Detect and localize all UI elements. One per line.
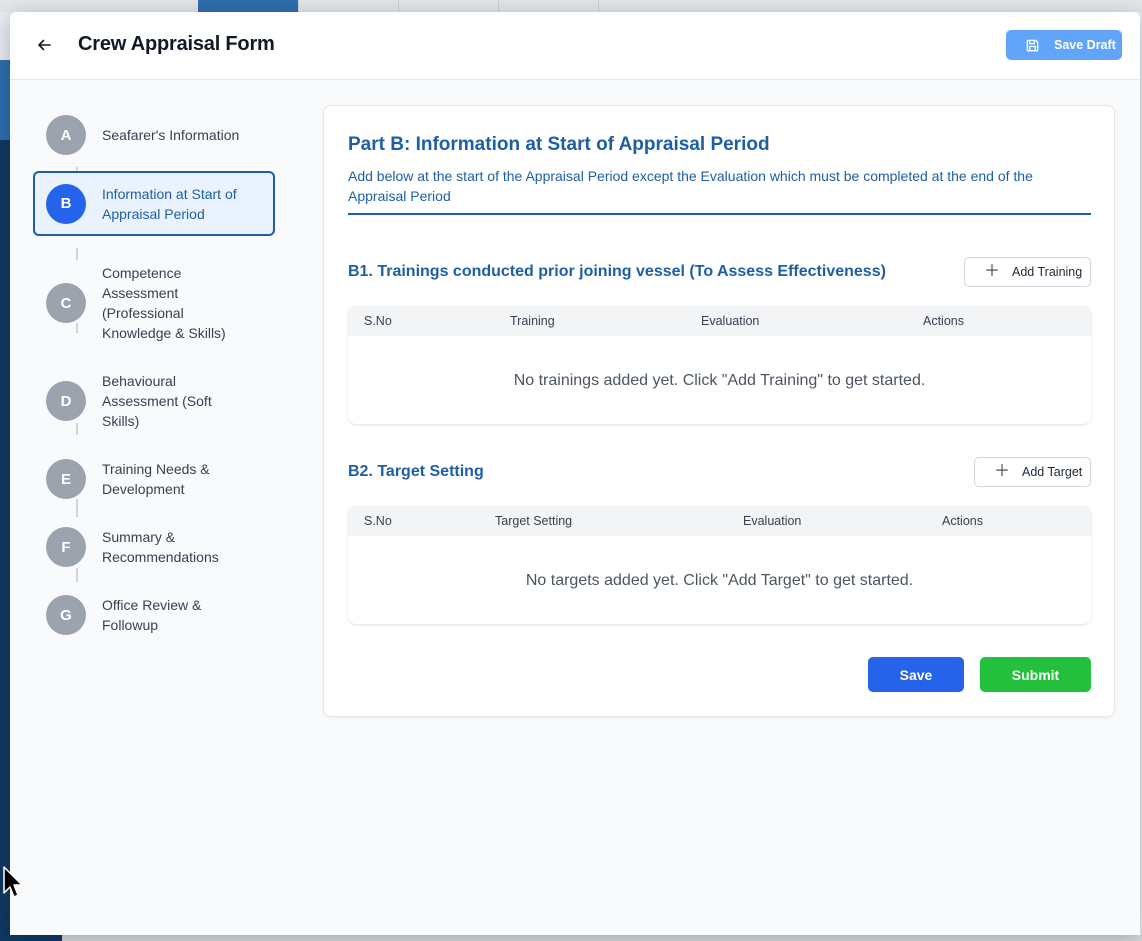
appraisal-modal: Crew Appraisal Form Save Draft A Seafare… xyxy=(10,12,1140,935)
step-letter: E xyxy=(46,459,86,499)
part-description: Add below at the start of the Appraisal … xyxy=(348,168,1033,204)
column-header: Target Setting xyxy=(495,514,573,528)
save-icon xyxy=(1025,38,1040,53)
step-b[interactable]: B Information at Start of Appraisal Peri… xyxy=(33,171,275,236)
column-header: Actions xyxy=(942,514,983,528)
plus-icon: ＋ xyxy=(984,263,1001,280)
add-target-label: Add Target xyxy=(1022,465,1083,479)
column-header: Actions xyxy=(923,314,964,328)
targets-table: S.No Target Setting Evaluation Actions N… xyxy=(348,506,1091,624)
divider xyxy=(348,213,1091,215)
step-label: Summary & Recommendations xyxy=(102,529,219,565)
step-c[interactable]: C Competence Assessment (Professional Kn… xyxy=(33,253,275,353)
column-header: Evaluation xyxy=(743,514,802,528)
targets-section-title: B2. Target Setting xyxy=(348,463,484,480)
step-f[interactable]: F Summary & Recommendations xyxy=(33,517,275,577)
plus-icon: ＋ xyxy=(994,463,1011,480)
page-title: Crew Appraisal Form xyxy=(78,33,275,55)
column-header: S.No xyxy=(364,514,392,528)
column-header: Evaluation xyxy=(701,314,760,328)
column-header: Training xyxy=(510,314,555,328)
save-draft-label: Save Draft xyxy=(1054,38,1116,52)
table-header: S.No Training Evaluation Actions xyxy=(348,306,1091,336)
step-letter: D xyxy=(46,381,86,421)
column-header: S.No xyxy=(364,314,392,328)
step-letter: A xyxy=(46,115,86,155)
background-footer xyxy=(62,935,1142,941)
arrow-left-icon xyxy=(38,39,51,51)
step-label: Office Review & Followup xyxy=(102,597,202,633)
part-b-card: Part B: Information at Start of Appraisa… xyxy=(323,105,1115,717)
trainings-section-title: B1. Trainings conducted prior joining ve… xyxy=(348,263,886,280)
step-letter: G xyxy=(46,595,86,635)
trainings-table: S.No Training Evaluation Actions No trai… xyxy=(348,306,1091,424)
background-tab xyxy=(498,0,599,12)
background-topbar xyxy=(0,0,1142,12)
submit-button[interactable]: Submit xyxy=(980,657,1091,692)
step-letter: C xyxy=(46,283,86,323)
step-label: Competence Assessment (Professional Know… xyxy=(102,265,226,341)
step-e[interactable]: E Training Needs & Development xyxy=(33,449,275,509)
step-g[interactable]: G Office Review & Followup xyxy=(33,585,275,645)
back-button[interactable] xyxy=(32,33,56,57)
add-training-label: Add Training xyxy=(1012,265,1083,279)
step-a[interactable]: A Seafarer's Information xyxy=(33,105,275,165)
add-training-button[interactable]: ＋ Add Training xyxy=(964,257,1091,287)
add-target-button[interactable]: ＋ Add Target xyxy=(974,457,1091,487)
step-label: Information at Start of Appraisal Period xyxy=(102,186,237,222)
empty-state-text: No trainings added yet. Click "Add Train… xyxy=(513,372,926,389)
background-tab xyxy=(398,0,499,12)
table-header: S.No Target Setting Evaluation Actions xyxy=(348,506,1091,536)
mouse-cursor-icon xyxy=(3,866,23,898)
save-draft-button[interactable]: Save Draft xyxy=(1006,30,1122,60)
background-footer xyxy=(0,935,62,941)
empty-state-text: No targets added yet. Click "Add Target"… xyxy=(525,572,914,589)
step-label: Behavioural Assessment (Soft Skills) xyxy=(102,373,212,429)
modal-header: Crew Appraisal Form Save Draft xyxy=(10,12,1140,80)
step-label: Training Needs & Development xyxy=(102,461,210,497)
step-letter: F xyxy=(46,527,86,567)
part-title: Part B: Information at Start of Appraisa… xyxy=(348,134,770,155)
save-button[interactable]: Save xyxy=(868,657,964,692)
step-letter: B xyxy=(46,183,86,224)
background-tab xyxy=(298,0,399,12)
background-tab xyxy=(98,0,199,12)
step-label: Seafarer's Information xyxy=(102,127,240,143)
background-tab-active xyxy=(198,0,299,12)
step-d[interactable]: D Behavioural Assessment (Soft Skills) xyxy=(33,361,275,441)
